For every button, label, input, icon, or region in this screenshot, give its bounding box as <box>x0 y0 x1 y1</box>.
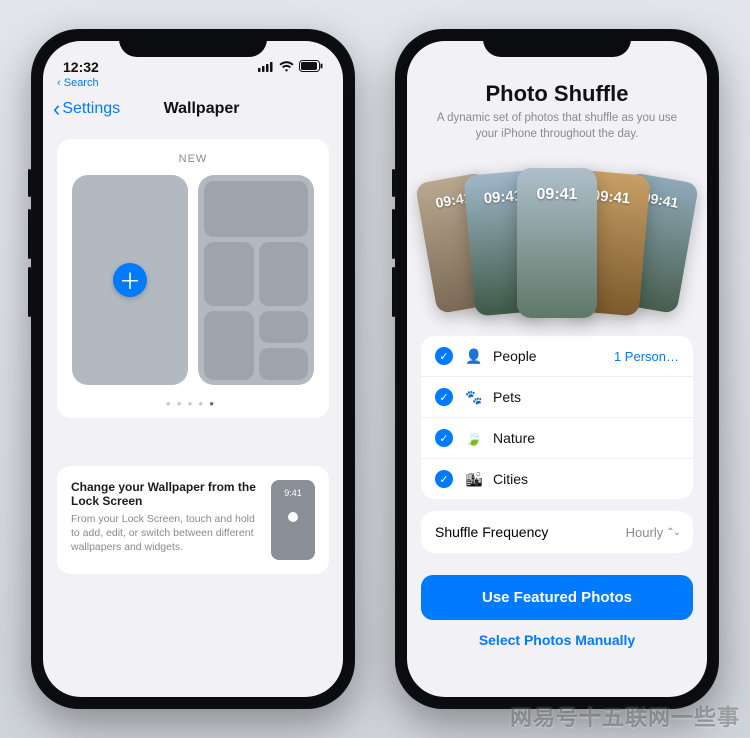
preview-thumb: 09:41 <box>517 168 597 318</box>
nature-icon: 🍃 <box>465 430 481 447</box>
plus-icon: ＋ <box>113 263 147 297</box>
frequency-value: Hourly <box>626 525 664 540</box>
checkmark-icon: ✓ <box>435 347 453 365</box>
tip-card: Change your Wallpaper from the Lock Scre… <box>57 466 329 574</box>
checkmark-icon: ✓ <box>435 470 453 488</box>
notch <box>119 29 267 57</box>
wallpaper-fan-preview: 09:41 09:41 09:41 09:41 09:41 <box>407 156 707 326</box>
checkmark-icon: ✓ <box>435 429 453 447</box>
notch <box>483 29 631 57</box>
tip-heading: Change your Wallpaper from the Lock Scre… <box>71 480 259 508</box>
tip-body: From your Lock Screen, touch and hold to… <box>71 512 259 555</box>
widget-preview-thumb[interactable] <box>198 175 314 385</box>
frequency-label: Shuffle Frequency <box>435 524 548 540</box>
wifi-icon <box>279 59 294 75</box>
sheet-title: Photo Shuffle <box>429 81 685 107</box>
category-list: ✓ 👤 People 1 Person… ✓ 🐾 Pets ✓ 🍃 Nature… <box>421 336 693 499</box>
sheet-subtitle: A dynamic set of photos that shuffle as … <box>429 111 685 142</box>
chevron-left-icon: ‹ <box>57 77 61 89</box>
screen-wallpaper-settings: 12:32 ‹ Search ‹ Settings Wall <box>43 41 343 697</box>
use-featured-photos-button[interactable]: Use Featured Photos <box>421 575 693 620</box>
category-label: People <box>493 348 537 364</box>
watermark: 网易号十五联网一些事 <box>510 700 740 732</box>
category-label: Nature <box>493 430 535 446</box>
signal-icon <box>258 59 274 75</box>
select-photos-manually-button[interactable]: Select Photos Manually <box>421 620 693 660</box>
add-wallpaper-thumb[interactable]: ＋ <box>72 175 188 385</box>
page-title: Wallpaper <box>70 100 333 118</box>
page-indicator[interactable]: ●●●●● <box>67 399 319 408</box>
category-row-pets[interactable]: ✓ 🐾 Pets <box>421 376 693 417</box>
breadcrumb[interactable]: ‹ Search <box>43 77 343 89</box>
category-trailing[interactable]: 1 Person… <box>614 349 679 364</box>
category-label: Cities <box>493 471 528 487</box>
device-frame-right: Photo Shuffle A dynamic set of photos th… <box>395 29 719 709</box>
shuffle-frequency-row[interactable]: Shuffle Frequency Hourly ⌃⌄ <box>421 511 693 553</box>
category-row-people[interactable]: ✓ 👤 People 1 Person… <box>421 336 693 376</box>
device-frame-left: 12:32 ‹ Search ‹ Settings Wall <box>31 29 355 709</box>
battery-icon <box>299 59 323 75</box>
wallpaper-card: NEW ＋ ●●●●● <box>57 139 329 418</box>
category-row-nature[interactable]: ✓ 🍃 Nature <box>421 417 693 458</box>
up-down-icon: ⌃⌄ <box>666 527 679 538</box>
tip-lockscreen-preview: 9:41 <box>271 480 315 560</box>
category-label: Pets <box>493 389 521 405</box>
category-row-cities[interactable]: ✓ 🏙 Cities <box>421 458 693 499</box>
checkmark-icon: ✓ <box>435 388 453 406</box>
person-icon: 👤 <box>465 348 481 365</box>
status-time: 12:32 <box>63 59 99 75</box>
screen-photo-shuffle: Photo Shuffle A dynamic set of photos th… <box>407 41 707 697</box>
widget-grid-preview <box>204 181 308 379</box>
navbar: ‹ Settings Wallpaper <box>43 89 343 129</box>
cities-icon: 🏙 <box>465 471 481 488</box>
new-label: NEW <box>67 153 319 165</box>
pets-icon: 🐾 <box>465 389 481 406</box>
